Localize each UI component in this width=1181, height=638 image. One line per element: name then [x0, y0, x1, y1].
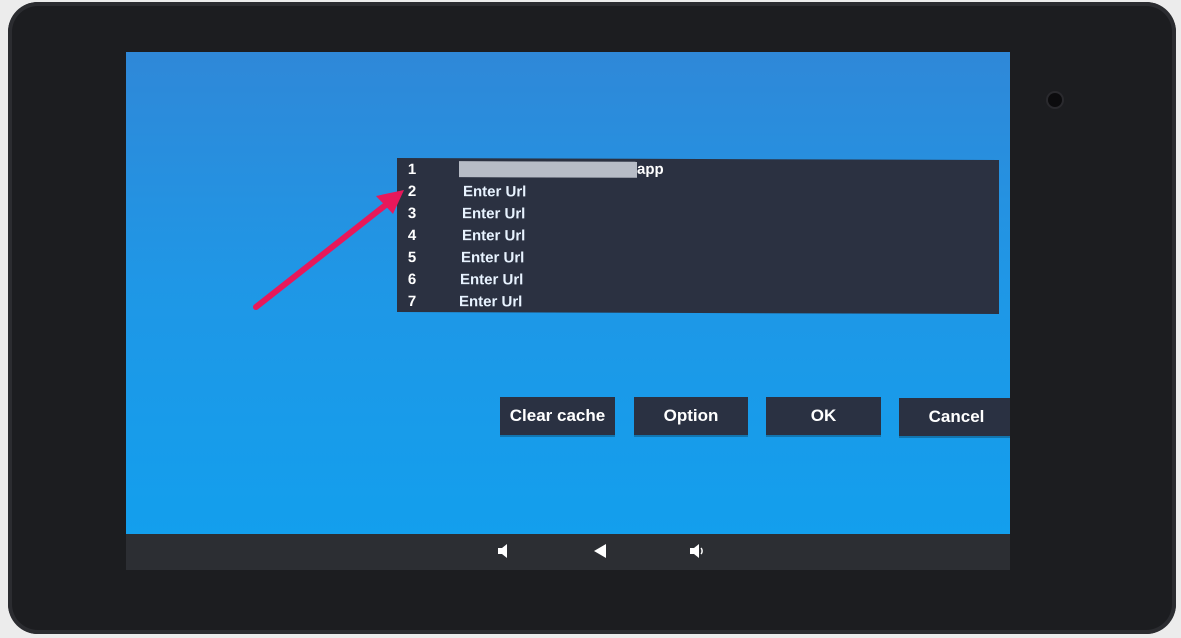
url-row-3[interactable]: 3 Enter Url — [397, 202, 526, 224]
front-camera — [1048, 93, 1062, 107]
url-row-4[interactable]: 4 Enter Url — [397, 224, 526, 246]
url-row-number: 4 — [407, 226, 417, 244]
url-input-7[interactable]: Enter Url — [459, 293, 522, 310]
back-icon[interactable] — [592, 543, 608, 563]
url-row-suffix: app — [637, 160, 664, 178]
url-row-6[interactable]: 6 Enter Url — [397, 268, 524, 290]
url-row-number: 1 — [407, 160, 417, 178]
url-input-4[interactable]: Enter Url — [462, 227, 525, 244]
url-row-1[interactable]: 1 app — [397, 158, 664, 180]
tablet-device: 1 app 2 Enter Url 3 Enter Url 4 Enter Ur… — [8, 2, 1176, 634]
url-list-panel: 1 app 2 Enter Url 3 Enter Url 4 Enter Ur… — [397, 157, 999, 315]
url-input-3[interactable]: Enter Url — [462, 205, 525, 222]
url-row-number: 3 — [407, 204, 417, 222]
volume-down-icon[interactable] — [496, 543, 512, 563]
navigation-bar — [126, 534, 1010, 570]
url-row-2[interactable]: 2 Enter Url — [397, 180, 527, 202]
url-row-5[interactable]: 5 Enter Url — [397, 246, 525, 268]
url-row-number: 5 — [407, 248, 417, 266]
clear-cache-button[interactable]: Clear cache — [500, 397, 615, 435]
option-button[interactable]: Option — [634, 397, 748, 435]
cancel-button[interactable]: Cancel — [899, 398, 1010, 436]
redacted-url — [459, 161, 637, 178]
url-input-5[interactable]: Enter Url — [461, 249, 524, 266]
url-row-number: 2 — [407, 182, 417, 200]
volume-up-icon[interactable] — [688, 543, 704, 563]
device-screen: 1 app 2 Enter Url 3 Enter Url 4 Enter Ur… — [126, 52, 1010, 570]
url-input-6[interactable]: Enter Url — [460, 271, 523, 288]
url-row-number: 6 — [407, 270, 417, 288]
url-input-2[interactable]: Enter Url — [463, 183, 526, 200]
url-row-number: 7 — [407, 292, 417, 310]
ok-button[interactable]: OK — [766, 397, 881, 435]
url-row-7[interactable]: 7 Enter Url — [397, 290, 523, 312]
